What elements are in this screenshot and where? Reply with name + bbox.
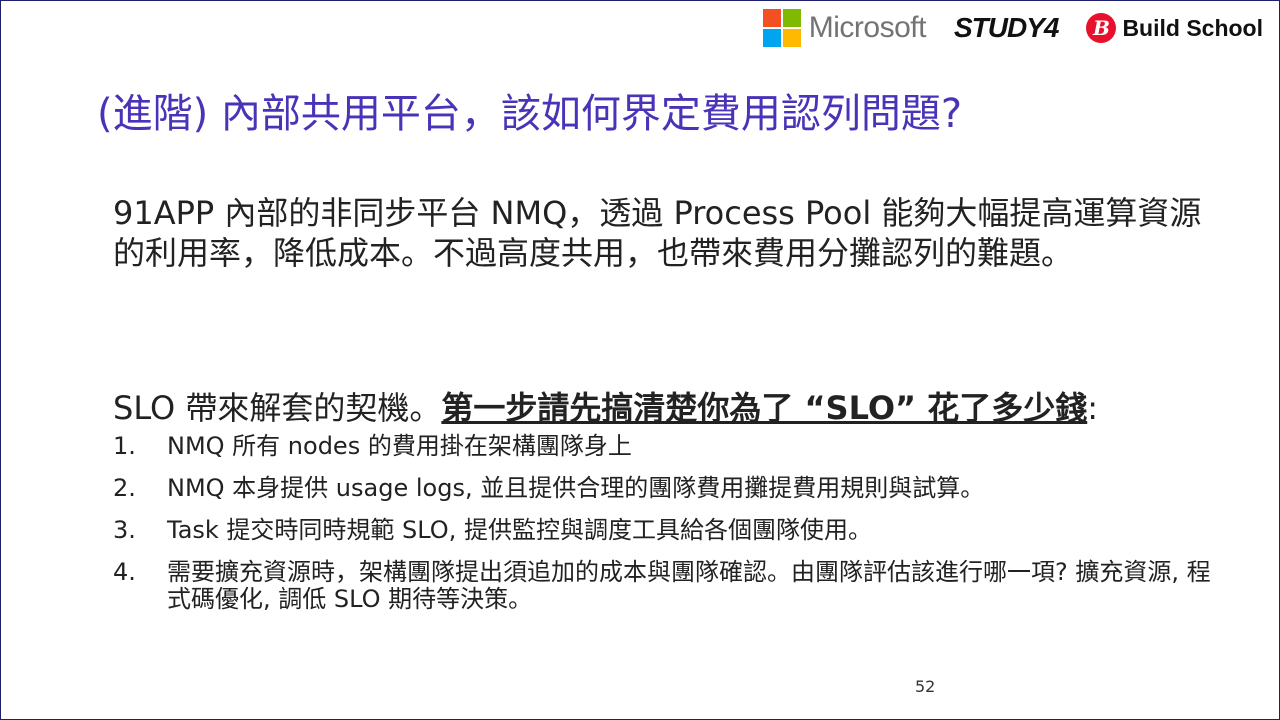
intro-paragraph: 91APP 內部的非同步平台 NMQ，透過 Process Pool 能夠大幅提… bbox=[113, 194, 1202, 272]
list-number: 3. bbox=[113, 516, 136, 544]
slo-prefix: SLO 帶來解套的契機。 bbox=[113, 389, 442, 427]
logo-bar: Microsoft STUDY4 B Build School bbox=[762, 9, 1263, 47]
buildschool-logo: B Build School bbox=[1086, 13, 1263, 43]
slo-suffix: : bbox=[1087, 389, 1099, 427]
list-text: 需要擴充資源時，架構團隊提出須追加的成本與團隊確認。由團隊評估該進行哪一項? 擴… bbox=[167, 558, 1211, 613]
microsoft-logo: Microsoft bbox=[762, 9, 927, 47]
list-item: 3. Task 提交時同時規範 SLO, 提供監控與調度工具給各個團隊使用。 bbox=[113, 517, 1213, 544]
list-number: 1. bbox=[113, 432, 136, 460]
list-text: Task 提交時同時規範 SLO, 提供監控與調度工具給各個團隊使用。 bbox=[167, 516, 872, 544]
slo-emphasis: 第一步請先搞清楚你為了 “SLO” 花了多少錢 bbox=[441, 389, 1088, 427]
list-text: NMQ 本身提供 usage logs, 並且提供合理的團隊費用攤提費用規則與試… bbox=[167, 474, 985, 502]
ms-square-blue bbox=[762, 29, 781, 47]
ms-square-green bbox=[782, 9, 801, 27]
ms-square-yellow bbox=[782, 29, 801, 47]
microsoft-wordmark: Microsoft bbox=[808, 11, 927, 44]
slide-title: (進階) 內部共用平台，該如何界定費用認列問題? bbox=[97, 91, 963, 137]
study4-logo: STUDY4 bbox=[953, 12, 1059, 43]
page-number: 52 bbox=[915, 677, 936, 696]
list-number: 4. bbox=[113, 558, 136, 586]
list-item: 2. NMQ 本身提供 usage logs, 並且提供合理的團隊費用攤提費用規… bbox=[113, 475, 1213, 502]
buildschool-wordmark: Build School bbox=[1122, 14, 1263, 41]
list-item: 4. 需要擴充資源時，架構團隊提出須追加的成本與團隊確認。由團隊評估該進行哪一項… bbox=[113, 559, 1213, 613]
buildschool-b-icon: B bbox=[1086, 13, 1117, 43]
step-list: 1. NMQ 所有 nodes 的費用掛在架構團隊身上 2. NMQ 本身提供 … bbox=[113, 433, 1213, 628]
list-item: 1. NMQ 所有 nodes 的費用掛在架構團隊身上 bbox=[113, 433, 1213, 460]
slo-heading: SLO 帶來解套的契機。第一步請先搞清楚你為了 “SLO” 花了多少錢: bbox=[113, 383, 1098, 429]
slide: Microsoft STUDY4 B Build School (進階) 內部共… bbox=[0, 0, 1280, 720]
ms-square-red bbox=[762, 9, 781, 27]
list-number: 2. bbox=[113, 474, 136, 502]
list-text: NMQ 所有 nodes 的費用掛在架構團隊身上 bbox=[167, 432, 632, 460]
microsoft-grid-icon bbox=[762, 9, 801, 47]
